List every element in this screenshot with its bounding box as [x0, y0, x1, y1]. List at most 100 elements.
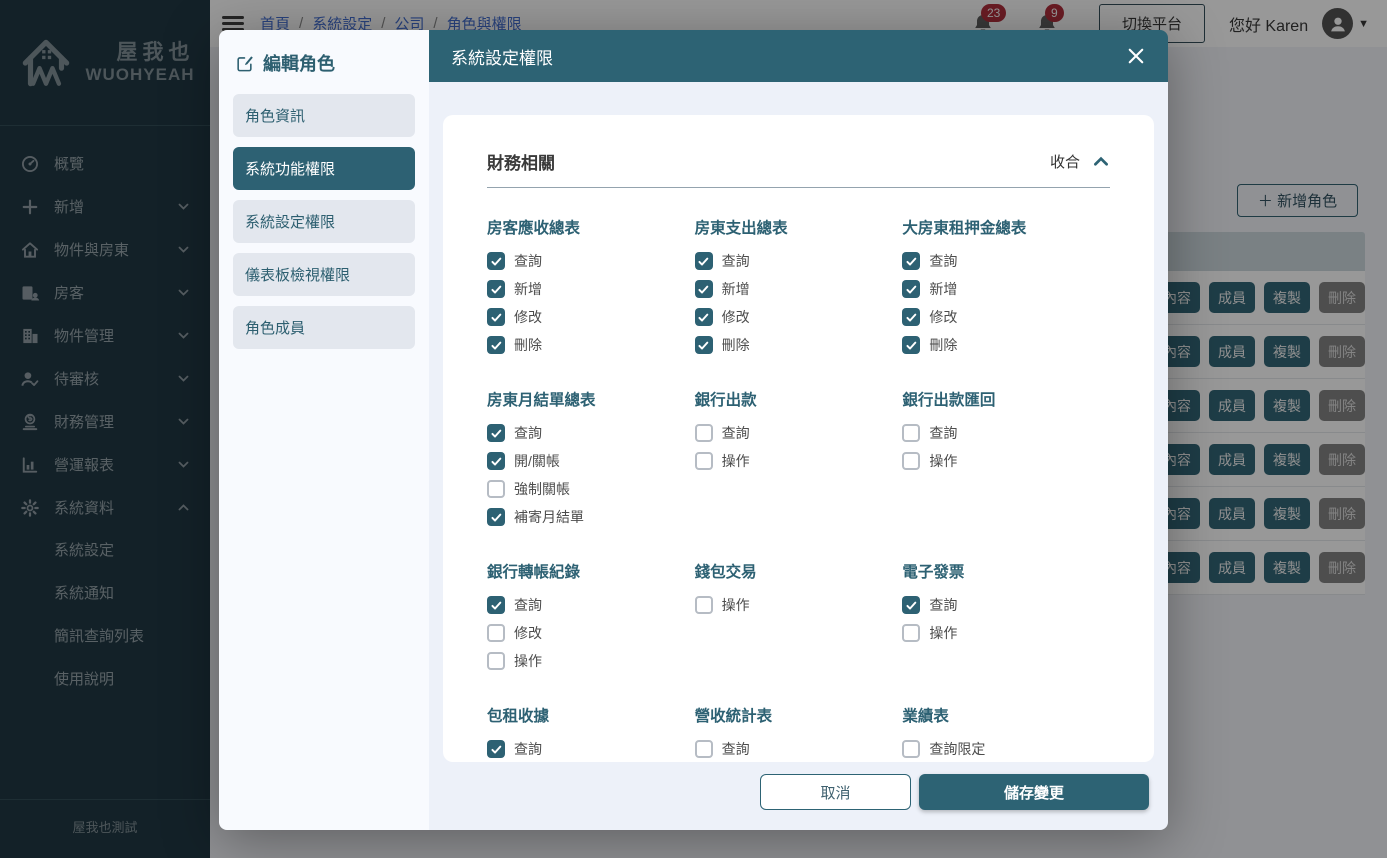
- permission-checkbox[interactable]: [487, 508, 505, 526]
- permission-checkbox[interactable]: [902, 252, 921, 270]
- permission-label: 查詢: [514, 425, 542, 441]
- permission-label: 刪除: [721, 337, 750, 353]
- modal-title: 系統設定權限: [451, 48, 553, 68]
- permission-group: 電子發票 查詢 操作: [902, 560, 1110, 679]
- permission-label: 查詢限定: [929, 741, 986, 757]
- modal-nav-item[interactable]: 角色資訊: [233, 94, 415, 137]
- permission-option[interactable]: 查詢: [902, 423, 1110, 443]
- permission-checkbox[interactable]: [487, 624, 505, 642]
- permission-group: 包租收據查詢操作: [487, 704, 695, 762]
- permission-option[interactable]: 強制關帳: [487, 479, 695, 499]
- permission-group-title: 銀行出款: [694, 392, 757, 409]
- permission-option[interactable]: 查詢: [902, 595, 1110, 615]
- permission-label: 刪除: [929, 337, 958, 353]
- collapse-toggle[interactable]: 收合: [1050, 151, 1110, 172]
- permission-checkbox[interactable]: [487, 252, 505, 270]
- permission-checkbox[interactable]: [694, 740, 713, 758]
- permission-option[interactable]: 操作: [487, 651, 695, 671]
- permission-group: 房東支出總表 查詢 新增 修改 刪除: [694, 216, 903, 363]
- permission-checkbox[interactable]: [487, 336, 505, 354]
- permission-option[interactable]: 查詢限定: [902, 739, 1110, 759]
- permission-option[interactable]: 查詢: [487, 251, 695, 271]
- permission-checkbox[interactable]: [902, 452, 921, 470]
- permission-label: 操作: [929, 625, 958, 641]
- permission-groups: 房客應收總表 查詢 新增 修改 刪除 房東支出總表 查詢 新增 修改 刪除 大房東租押金總表 查詢 新增…: [487, 216, 1110, 762]
- permission-option[interactable]: 修改: [902, 307, 1110, 327]
- permission-group: 業績表查詢限定查詢所有: [902, 704, 1110, 762]
- permission-option[interactable]: 查詢: [694, 251, 903, 271]
- modal-nav-item[interactable]: 系統功能權限: [233, 147, 415, 190]
- permission-label: 修改: [514, 309, 542, 325]
- permission-option[interactable]: 刪除: [902, 335, 1110, 355]
- save-changes-button[interactable]: 儲存變更: [919, 774, 1149, 810]
- permission-option[interactable]: 查詢: [487, 595, 695, 615]
- permission-option[interactable]: 刪除: [487, 335, 695, 355]
- permission-checkbox[interactable]: [694, 336, 713, 354]
- modal-nav-item[interactable]: 系統設定權限: [233, 200, 415, 243]
- permission-option[interactable]: 查詢: [902, 251, 1110, 271]
- permission-option[interactable]: 刪除: [694, 335, 903, 355]
- modal-nav: 角色資訊系統功能權限 系統設定權限 儀表板檢視權限 角色成員: [233, 94, 415, 349]
- permission-checkbox[interactable]: [487, 596, 505, 614]
- permission-label: 新增: [929, 281, 958, 297]
- permission-group-title: 銀行轉帳紀錄: [487, 564, 581, 581]
- permission-option[interactable]: 新增: [487, 279, 695, 299]
- permission-option[interactable]: 查詢: [694, 739, 903, 759]
- permission-label: 刪除: [514, 337, 542, 353]
- permission-option[interactable]: 操作: [694, 451, 903, 471]
- permission-checkbox[interactable]: [694, 252, 713, 270]
- permission-checkbox[interactable]: [902, 308, 921, 326]
- permission-option[interactable]: 查詢: [487, 739, 695, 759]
- collapse-label: 收合: [1049, 154, 1080, 171]
- permission-group-title: 大房東租押金總表: [902, 220, 1027, 237]
- permission-checkbox[interactable]: [694, 424, 713, 442]
- permission-label: 查詢: [721, 741, 750, 757]
- permission-group-title: 房東月結單總表: [487, 392, 596, 409]
- permission-group-title: 業績表: [902, 708, 949, 725]
- permission-option[interactable]: 新增: [694, 279, 903, 299]
- permission-checkbox[interactable]: [694, 452, 713, 470]
- permission-checkbox[interactable]: [487, 452, 505, 470]
- permission-option[interactable]: 查詢: [487, 423, 695, 443]
- permission-checkbox[interactable]: [487, 480, 505, 498]
- chevron-up-icon: [1092, 153, 1110, 171]
- permission-option[interactable]: 新增: [902, 279, 1110, 299]
- permission-label: 操作: [721, 453, 750, 469]
- permission-checkbox[interactable]: [487, 308, 505, 326]
- permission-group: 銀行出款查詢操作: [694, 388, 903, 535]
- permission-option[interactable]: 查詢: [694, 423, 903, 443]
- permission-option[interactable]: 修改: [487, 307, 695, 327]
- permission-checkbox[interactable]: [902, 336, 921, 354]
- permission-checkbox[interactable]: [694, 308, 713, 326]
- cancel-button[interactable]: 取消: [760, 774, 911, 810]
- permission-option[interactable]: 操作: [694, 595, 903, 615]
- modal-nav-item[interactable]: 角色成員: [233, 306, 415, 349]
- edit-role-modal: 編輯角色 角色資訊 系統功能權限 系統設定權限 儀表板檢視權限 角色成員 系統設定權限 …: [219, 30, 1168, 830]
- permission-group-title: 房客應收總表: [487, 220, 581, 237]
- permission-option[interactable]: 修改: [487, 623, 695, 643]
- permission-option[interactable]: 修改: [694, 307, 903, 327]
- permission-checkbox[interactable]: [902, 280, 921, 298]
- permission-option[interactable]: 操作: [902, 451, 1110, 471]
- permission-checkbox[interactable]: [902, 424, 921, 442]
- permission-checkbox[interactable]: [902, 740, 921, 758]
- permission-option[interactable]: 操作: [902, 623, 1110, 643]
- permission-checkbox[interactable]: [694, 280, 713, 298]
- permission-checkbox[interactable]: [487, 424, 505, 442]
- permission-checkbox[interactable]: [487, 652, 505, 670]
- permission-label: 查詢: [929, 253, 958, 269]
- modal-nav-item[interactable]: 儀表板檢視權限: [233, 253, 415, 296]
- permission-checkbox[interactable]: [487, 280, 505, 298]
- close-icon[interactable]: [1126, 46, 1146, 66]
- permission-checkbox[interactable]: [694, 596, 713, 614]
- permission-checkbox[interactable]: [902, 624, 921, 642]
- permission-option[interactable]: 開/關帳: [487, 451, 695, 471]
- permission-group: 房東月結單總表查詢開/關帳強制關帳補寄月結單: [487, 388, 695, 535]
- permission-group: 營收統計表 查詢: [694, 704, 903, 762]
- permission-checkbox[interactable]: [902, 596, 921, 614]
- permission-option[interactable]: 補寄月結單: [487, 507, 695, 527]
- permission-group-title: 包租收據: [487, 708, 550, 725]
- permission-label: 操作: [929, 453, 958, 469]
- permission-label: 補寄月結單: [514, 509, 584, 525]
- permission-checkbox[interactable]: [487, 740, 505, 758]
